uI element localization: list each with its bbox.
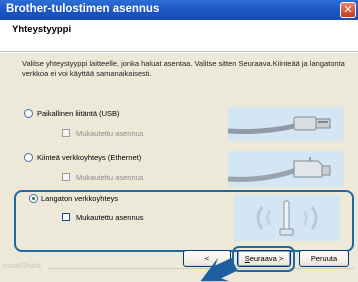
custom-install-label-ethernet: Mukautettu asennus	[76, 173, 144, 182]
installer-window: Brother-tulostimen asennus ✕ Yhteystyypp…	[0, 0, 358, 282]
cancel-button-label: Peruuta	[310, 254, 338, 263]
radio-usb[interactable]	[24, 109, 33, 118]
window-title: Brother-tulostimen asennus	[6, 3, 160, 15]
title-bar[interactable]: Brother-tulostimen asennus ✕	[0, 0, 358, 20]
radio-ethernet[interactable]	[24, 153, 33, 162]
checkbox-custom-install-ethernet[interactable]	[62, 173, 70, 181]
close-icon: ✕	[343, 4, 353, 16]
cancel-button[interactable]: Peruuta	[299, 250, 349, 267]
close-button[interactable]: ✕	[340, 2, 356, 18]
option-label-usb: Paikallinen liitäntä (USB)	[37, 109, 120, 118]
installshield-brand: InstallShield	[3, 263, 41, 270]
dialog-header: Yhteystyyppi	[0, 20, 358, 52]
checkbox-custom-install-usb[interactable]	[62, 129, 70, 137]
pointer-arrow-icon	[200, 258, 238, 282]
option-label-ethernet: Kiinteä verkkoyhteys (Ethernet)	[37, 153, 142, 162]
wireless-option-highlight	[14, 190, 354, 252]
custom-install-label-usb: Mukautettu asennus	[76, 129, 144, 138]
ethernet-cable-icon	[228, 151, 344, 187]
usb-cable-icon	[228, 107, 344, 141]
page-title: Yhteystyyppi	[12, 24, 72, 35]
intro-text: Valitse yhteystyyppi laitteelle, jonka h…	[22, 59, 345, 78]
